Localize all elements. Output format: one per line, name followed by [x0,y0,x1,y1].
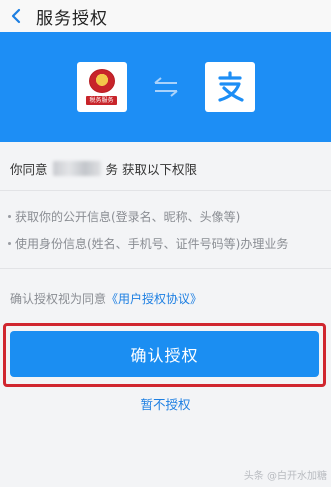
permission-text: 获取你的公开信息(登录名、昵称、头像等) [15,210,241,224]
intro-prefix: 你同意 [10,162,48,177]
hero-banner: 税务服务 [0,32,331,142]
agreement-prefix: 确认授权视为同意 [10,292,107,306]
authorization-content: 你同意 务 获取以下权限 获取你的公开信息(登录名、昵称、头像等) 使用身份信息… [0,142,331,487]
back-button[interactable] [2,0,30,32]
divider [0,190,331,191]
top-bar: 服务授权 [0,0,331,32]
authorization-intro: 你同意 务 获取以下权限 [10,159,197,178]
national-emblem-icon [88,69,115,93]
bullet-icon [8,242,11,245]
alipay-icon [217,71,244,102]
permission-item: 使用身份信息(姓名、手机号、证件号码等)办理业务 [8,235,288,252]
decline-authorization-link[interactable]: 暂不授权 [0,394,331,413]
confirm-authorization-button[interactable]: 确认授权 [10,331,319,377]
divider [0,268,331,269]
intro-suffix: 务 获取以下权限 [105,162,197,177]
tax-app-logo: 税务服务 [76,62,127,112]
swap-arrows-icon [153,77,178,97]
watermark: 头条 @白开水加糖 [243,471,327,482]
agreement-notice: 确认授权视为同意《用户授权协议》 [10,290,202,307]
bullet-icon [8,215,11,218]
chevron-left-icon [11,8,21,24]
page-title: 服务授权 [36,8,108,29]
permission-text: 使用身份信息(姓名、手机号、证件号码等)办理业务 [15,237,289,251]
tax-app-label: 税务服务 [86,96,117,105]
user-agreement-link[interactable]: 《用户授权协议》 [106,292,202,306]
alipay-logo [204,62,255,112]
redacted-app-name [52,161,101,176]
permission-item: 获取你的公开信息(登录名、昵称、头像等) [8,208,240,225]
